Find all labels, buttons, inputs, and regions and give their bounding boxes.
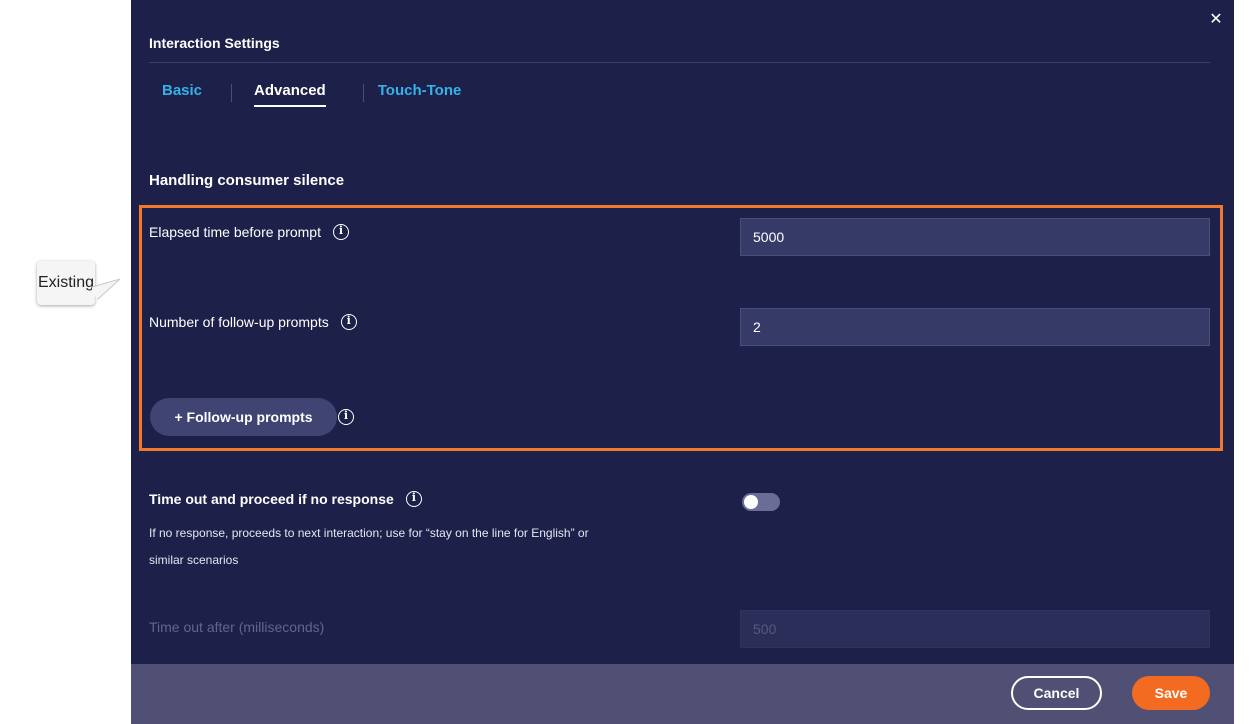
timeout-description-line1: If no response, proceeds to next interac… — [149, 526, 589, 540]
elapsed-time-label: Elapsed time before prompt — [149, 224, 349, 240]
timeout-after-input[interactable]: 500 — [740, 610, 1210, 648]
info-icon[interactable] — [405, 491, 422, 507]
title-divider — [149, 62, 1210, 63]
timeout-label: Time out and proceed if no response — [149, 491, 422, 507]
info-icon[interactable] — [340, 314, 357, 330]
callout-pointer — [92, 278, 121, 300]
elapsed-time-text: Elapsed time before prompt — [149, 224, 321, 240]
followup-count-text: Number of follow-up prompts — [149, 314, 329, 330]
tab-divider — [231, 84, 232, 102]
followup-count-label: Number of follow-up prompts — [149, 314, 357, 330]
info-icon[interactable] — [338, 409, 354, 425]
tab-bar: Basic Advanced Touch-Tone — [162, 82, 461, 107]
cancel-button[interactable]: Cancel — [1011, 676, 1102, 710]
interaction-settings-dialog: ✕ Interaction Settings Basic Advanced To… — [131, 0, 1234, 724]
existing-callout: Existing — [37, 261, 95, 305]
followup-count-input[interactable]: 2 — [740, 308, 1210, 346]
dialog-footer: Cancel Save — [131, 664, 1234, 724]
timeout-description-line2: similar scenarios — [149, 553, 239, 567]
callout-text: Existing — [37, 274, 95, 291]
timeout-text: Time out and proceed if no response — [149, 491, 394, 507]
section-title: Handling consumer silence — [149, 172, 345, 189]
add-followup-prompts-button[interactable]: + Follow-up prompts — [150, 398, 337, 436]
info-icon[interactable] — [332, 224, 349, 240]
tab-touch-tone[interactable]: Touch-Tone — [378, 82, 462, 107]
toggle-knob — [744, 495, 758, 509]
tab-divider — [363, 84, 364, 102]
timeout-after-label: Time out after (milliseconds) — [149, 619, 325, 635]
tab-basic[interactable]: Basic — [162, 82, 202, 107]
dialog-title: Interaction Settings — [149, 35, 280, 51]
elapsed-time-input[interactable]: 5000 — [740, 218, 1210, 256]
tab-advanced[interactable]: Advanced — [254, 82, 326, 107]
timeout-toggle[interactable] — [742, 493, 780, 511]
close-icon[interactable]: ✕ — [1208, 12, 1224, 28]
save-button[interactable]: Save — [1132, 676, 1210, 710]
